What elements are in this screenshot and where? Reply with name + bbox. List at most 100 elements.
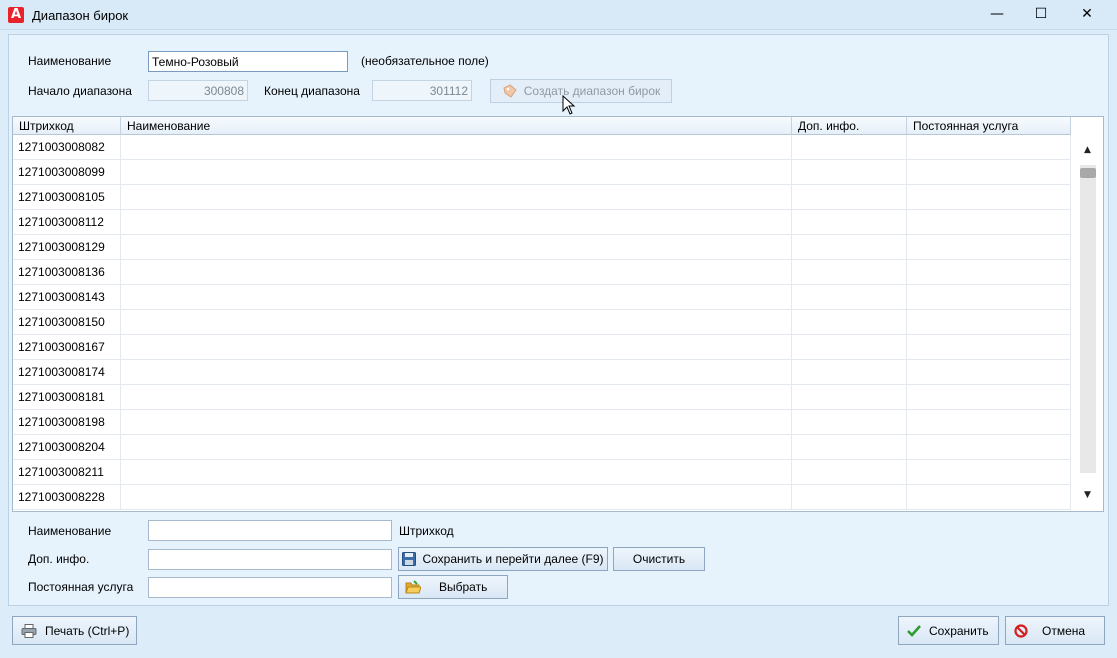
minimize-button[interactable]: — bbox=[974, 0, 1020, 30]
cell-barcode[interactable]: 1271003008082 bbox=[13, 135, 121, 160]
table-row[interactable]: 1271003008105 bbox=[13, 185, 1071, 210]
cell-name[interactable] bbox=[121, 360, 792, 385]
cell-barcode[interactable]: 1271003008211 bbox=[13, 460, 121, 485]
cell-barcode[interactable]: 1271003008112 bbox=[13, 210, 121, 235]
scroll-down-icon[interactable]: ▼ bbox=[1072, 485, 1103, 505]
close-button[interactable]: ✕ bbox=[1064, 0, 1110, 30]
cell-barcode[interactable]: 1271003008099 bbox=[13, 160, 121, 185]
vertical-scrollbar[interactable]: ▲ ▼ bbox=[1072, 135, 1103, 511]
cell-service[interactable] bbox=[907, 135, 1071, 160]
cell-service[interactable] bbox=[907, 260, 1071, 285]
table-row[interactable]: 1271003008112 bbox=[13, 210, 1071, 235]
cell-info[interactable] bbox=[792, 235, 907, 260]
name-input[interactable] bbox=[148, 51, 348, 72]
table-row[interactable]: 1271003008181 bbox=[13, 385, 1071, 410]
cell-info[interactable] bbox=[792, 360, 907, 385]
maximize-button[interactable]: ☐ bbox=[1018, 0, 1064, 30]
cell-barcode[interactable]: 1271003008105 bbox=[13, 185, 121, 210]
cell-barcode[interactable]: 1271003008136 bbox=[13, 260, 121, 285]
cell-info[interactable] bbox=[792, 385, 907, 410]
cell-info[interactable] bbox=[792, 285, 907, 310]
save-next-button[interactable]: Сохранить и перейти далее (F9) bbox=[398, 547, 608, 571]
scroll-thumb[interactable] bbox=[1080, 168, 1096, 178]
cell-service[interactable] bbox=[907, 360, 1071, 385]
cell-barcode[interactable]: 1271003008174 bbox=[13, 360, 121, 385]
cell-name[interactable] bbox=[121, 235, 792, 260]
create-range-button[interactable]: Создать диапазон бирок bbox=[490, 79, 672, 103]
cell-barcode[interactable]: 1271003008204 bbox=[13, 435, 121, 460]
cell-name[interactable] bbox=[121, 160, 792, 185]
scroll-track[interactable] bbox=[1080, 165, 1096, 473]
cell-service[interactable] bbox=[907, 310, 1071, 335]
cell-info[interactable] bbox=[792, 185, 907, 210]
cell-service[interactable] bbox=[907, 485, 1071, 510]
column-header-barcode[interactable]: Штрихкод bbox=[13, 117, 121, 135]
cell-info[interactable] bbox=[792, 310, 907, 335]
cell-service[interactable] bbox=[907, 435, 1071, 460]
cell-barcode[interactable]: 1271003008143 bbox=[13, 285, 121, 310]
table-row[interactable]: 1271003008099 bbox=[13, 160, 1071, 185]
cell-info[interactable] bbox=[792, 435, 907, 460]
table-row[interactable]: 1271003008211 bbox=[13, 460, 1071, 485]
cell-service[interactable] bbox=[907, 460, 1071, 485]
table-row[interactable]: 1271003008204 bbox=[13, 435, 1071, 460]
cell-name[interactable] bbox=[121, 335, 792, 360]
cell-name[interactable] bbox=[121, 185, 792, 210]
cell-service[interactable] bbox=[907, 385, 1071, 410]
cell-barcode[interactable]: 1271003008228 bbox=[13, 485, 121, 510]
scroll-up-icon[interactable]: ▲ bbox=[1072, 140, 1103, 160]
cell-service[interactable] bbox=[907, 335, 1071, 360]
cell-name[interactable] bbox=[121, 310, 792, 335]
cell-barcode[interactable]: 1271003008167 bbox=[13, 335, 121, 360]
cell-info[interactable] bbox=[792, 460, 907, 485]
cell-info[interactable] bbox=[792, 260, 907, 285]
cell-info[interactable] bbox=[792, 335, 907, 360]
table-row[interactable]: 1271003008228 bbox=[13, 485, 1071, 510]
range-start-input[interactable] bbox=[148, 80, 248, 101]
save-button[interactable]: Сохранить bbox=[898, 616, 999, 645]
clear-button[interactable]: Очистить bbox=[613, 547, 705, 571]
cell-name[interactable] bbox=[121, 410, 792, 435]
edit-service-input[interactable] bbox=[148, 577, 392, 598]
cell-name[interactable] bbox=[121, 385, 792, 410]
column-header-info[interactable]: Доп. инфо. bbox=[792, 117, 907, 135]
cancel-button[interactable]: Отмена bbox=[1005, 616, 1105, 645]
cell-name[interactable] bbox=[121, 460, 792, 485]
cell-barcode[interactable]: 1271003008181 bbox=[13, 385, 121, 410]
cell-name[interactable] bbox=[121, 285, 792, 310]
edit-name-input[interactable] bbox=[148, 520, 392, 541]
cell-service[interactable] bbox=[907, 160, 1071, 185]
print-button[interactable]: Печать (Ctrl+P) bbox=[12, 616, 137, 645]
cell-name[interactable] bbox=[121, 435, 792, 460]
cell-info[interactable] bbox=[792, 160, 907, 185]
range-end-input[interactable] bbox=[372, 80, 472, 101]
cell-info[interactable] bbox=[792, 210, 907, 235]
select-button[interactable]: Выбрать bbox=[398, 575, 508, 599]
edit-info-input[interactable] bbox=[148, 549, 392, 570]
cell-info[interactable] bbox=[792, 135, 907, 160]
cell-service[interactable] bbox=[907, 410, 1071, 435]
cell-barcode[interactable]: 1271003008198 bbox=[13, 410, 121, 435]
table-row[interactable]: 1271003008167 bbox=[13, 335, 1071, 360]
cell-info[interactable] bbox=[792, 485, 907, 510]
table-row[interactable]: 1271003008150 bbox=[13, 310, 1071, 335]
cell-barcode[interactable]: 1271003008129 bbox=[13, 235, 121, 260]
table-row[interactable]: 1271003008174 bbox=[13, 360, 1071, 385]
table-row[interactable]: 1271003008136 bbox=[13, 260, 1071, 285]
column-header-name[interactable]: Наименование bbox=[121, 117, 792, 135]
table-row[interactable]: 1271003008082 bbox=[13, 135, 1071, 160]
cell-info[interactable] bbox=[792, 410, 907, 435]
cell-name[interactable] bbox=[121, 260, 792, 285]
table-row[interactable]: 1271003008143 bbox=[13, 285, 1071, 310]
table-row[interactable]: 1271003008198 bbox=[13, 410, 1071, 435]
cell-service[interactable] bbox=[907, 185, 1071, 210]
table-row[interactable]: 1271003008129 bbox=[13, 235, 1071, 260]
cell-service[interactable] bbox=[907, 210, 1071, 235]
cell-name[interactable] bbox=[121, 485, 792, 510]
cell-service[interactable] bbox=[907, 235, 1071, 260]
cell-name[interactable] bbox=[121, 135, 792, 160]
cell-service[interactable] bbox=[907, 285, 1071, 310]
cell-name[interactable] bbox=[121, 210, 792, 235]
column-header-service[interactable]: Постоянная услуга bbox=[907, 117, 1071, 135]
cell-barcode[interactable]: 1271003008150 bbox=[13, 310, 121, 335]
